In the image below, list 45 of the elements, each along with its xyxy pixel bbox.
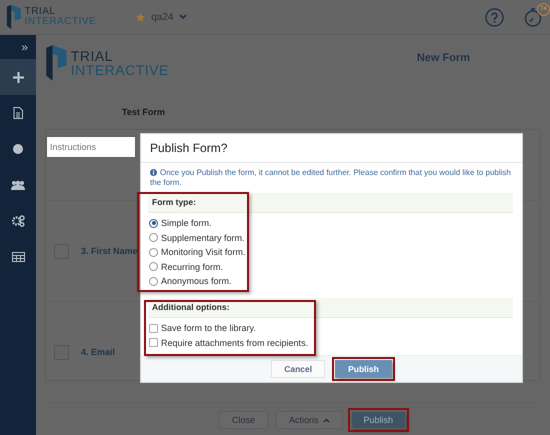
help-icon[interactable]	[485, 8, 504, 26]
question-label: 4. Email	[81, 347, 116, 357]
expand-toggle[interactable]: »	[0, 35, 36, 59]
radio-button[interactable]	[149, 233, 158, 242]
page-title: New Form	[416, 52, 470, 64]
checkbox-option[interactable]: Save form to the library.	[148, 320, 513, 336]
logo-icon	[45, 44, 68, 82]
radio-option[interactable]: Anonymous form.	[148, 274, 513, 289]
grid-icon	[12, 252, 24, 262]
chevron-down-icon[interactable]	[179, 14, 188, 20]
brand-name: TRIAL	[70, 49, 114, 63]
radio-button[interactable]	[149, 262, 158, 272]
cancel-button[interactable]: Cancel	[271, 360, 326, 378]
radio-button[interactable]	[149, 218, 158, 228]
people-icon	[11, 180, 25, 190]
checkbox[interactable]	[149, 338, 158, 348]
instructions-field[interactable]: Instructions	[46, 136, 136, 158]
brand-name: INTERACTIVE	[70, 63, 169, 77]
section-label: Additional options:	[152, 302, 230, 312]
document-icon	[13, 107, 23, 119]
form-name: Test Form	[122, 107, 166, 117]
sidebar-item[interactable]	[0, 59, 36, 95]
checkbox-option[interactable]: Require attachments from recipients.	[148, 335, 513, 350]
brand-name: TRIAL	[24, 7, 56, 17]
publish-button[interactable]: Publish	[350, 411, 406, 429]
radio-option[interactable]: Monitoring Visit form.	[148, 244, 513, 260]
logo-icon	[6, 4, 22, 30]
radio-option[interactable]: Supplementary form.	[148, 230, 513, 245]
info-icon	[150, 169, 157, 176]
radio-option[interactable]: Simple form.	[148, 216, 513, 230]
radio-button[interactable]	[149, 248, 158, 257]
section-label: Form type:	[152, 196, 196, 207]
brand-name: INTERACTIVE	[24, 17, 96, 27]
notice-text: Once you Publish the form, it cannot be edited further. Please confirm that you would like to publish the form.	[149, 167, 512, 190]
stopwatch-icon[interactable]	[524, 8, 542, 26]
circle-icon	[13, 144, 23, 154]
caret-icon	[322, 418, 330, 422]
checkbox[interactable]	[149, 324, 158, 333]
star-icon	[136, 12, 146, 22]
dialog-title: Publish Form?	[141, 134, 522, 163]
gears-icon	[12, 215, 24, 227]
radio-button[interactable]	[149, 276, 158, 286]
plus-icon	[12, 72, 24, 82]
question-label: 3. First Name	[81, 246, 138, 256]
radio-option[interactable]: Recurring form.	[148, 260, 513, 274]
